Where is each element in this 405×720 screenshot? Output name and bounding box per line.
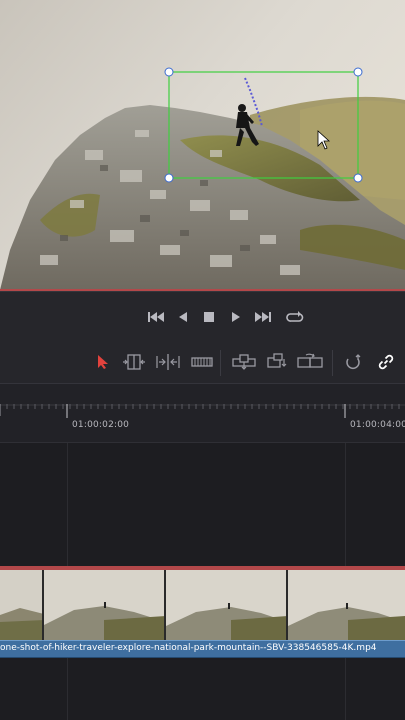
loop-button[interactable] bbox=[285, 308, 305, 326]
play-reverse-button[interactable] bbox=[173, 308, 193, 326]
handle-top-left[interactable] bbox=[164, 67, 174, 77]
toolbar-separator bbox=[220, 350, 221, 376]
play-button[interactable] bbox=[226, 308, 246, 326]
clip-filename: one-shot-of-hiker-traveler-explore-natio… bbox=[0, 643, 377, 653]
skip-forward-icon bbox=[255, 312, 271, 322]
trim-icon bbox=[123, 354, 145, 370]
stop-button[interactable] bbox=[199, 308, 219, 326]
overwrite-clip-button[interactable] bbox=[264, 351, 290, 373]
handle-top-right[interactable] bbox=[353, 67, 363, 77]
arrow-pointer-icon bbox=[98, 355, 108, 369]
video-clip-thumbnails[interactable] bbox=[0, 570, 405, 640]
handle-bottom-right[interactable] bbox=[353, 173, 363, 183]
blade-icon bbox=[191, 357, 213, 367]
video-viewer[interactable] bbox=[0, 0, 405, 290]
dynamic-trim-icon bbox=[156, 354, 180, 370]
replace-clip-icon bbox=[297, 353, 323, 368]
clip-thumbnail bbox=[166, 570, 288, 640]
clip-name-bar[interactable]: one-shot-of-hiker-traveler-explore-natio… bbox=[0, 640, 405, 658]
dynamic-trim-button[interactable] bbox=[155, 351, 181, 373]
timecode-label: 01:00:04:00 bbox=[350, 420, 405, 430]
trim-tool-button[interactable] bbox=[121, 351, 147, 373]
transport-controls bbox=[0, 291, 405, 343]
go-to-last-frame-button[interactable] bbox=[253, 308, 273, 326]
clip-thumbnail bbox=[0, 570, 44, 640]
play-reverse-icon bbox=[179, 312, 187, 322]
play-icon bbox=[232, 312, 240, 322]
clip-thumbnail bbox=[288, 570, 405, 640]
go-to-first-frame-button[interactable] bbox=[146, 308, 166, 326]
edit-toolbar bbox=[0, 342, 405, 384]
linked-selection-button[interactable] bbox=[373, 351, 399, 373]
viewer-frame-image bbox=[0, 0, 405, 290]
ruler-ticks bbox=[0, 404, 400, 418]
insert-clip-icon bbox=[232, 354, 256, 370]
timeline-ruler[interactable]: 01:00:02:00 01:00:04:00 bbox=[0, 384, 405, 443]
replace-clip-button[interactable] bbox=[297, 351, 323, 373]
clip-thumbnail bbox=[44, 570, 166, 640]
overwrite-clip-icon bbox=[267, 353, 287, 368]
link-icon bbox=[378, 354, 394, 370]
insert-clip-button[interactable] bbox=[231, 351, 257, 373]
selection-tool-button[interactable] bbox=[90, 351, 116, 373]
snapping-icon bbox=[346, 354, 361, 369]
toolbar-separator bbox=[332, 350, 333, 376]
blade-tool-button[interactable] bbox=[189, 351, 215, 373]
loop-icon bbox=[286, 311, 304, 322]
snapping-button[interactable] bbox=[340, 351, 366, 373]
timecode-label: 01:00:02:00 bbox=[72, 420, 130, 430]
handle-bottom-left[interactable] bbox=[164, 173, 174, 183]
stop-icon bbox=[204, 312, 214, 322]
skip-back-icon bbox=[148, 312, 164, 322]
